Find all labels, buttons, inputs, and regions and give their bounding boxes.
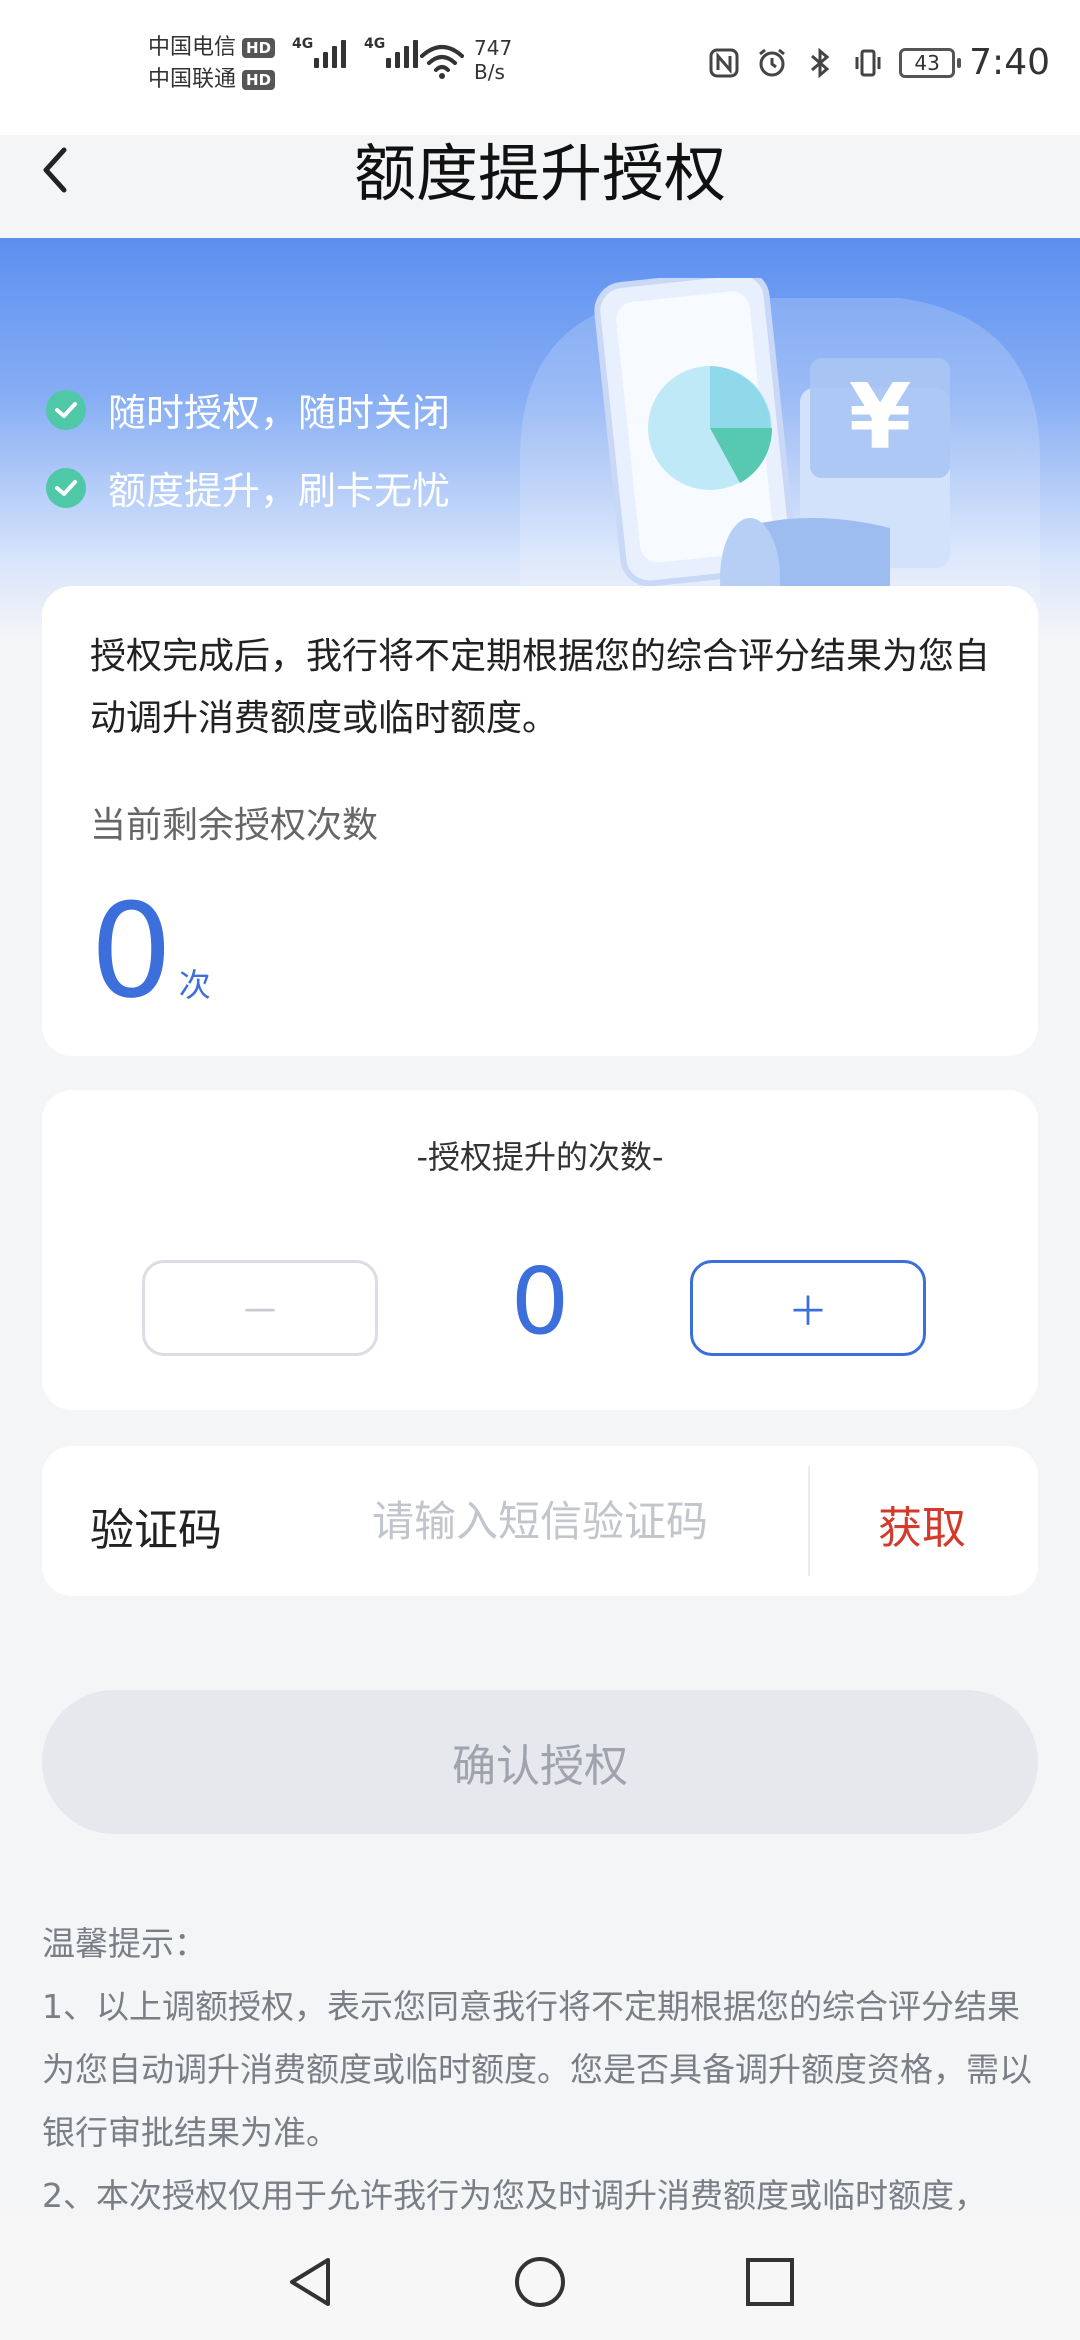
feature-text: 随时授权，随时关闭	[108, 391, 451, 435]
wifi-icon	[420, 45, 464, 79]
speed-unit: B/s	[474, 60, 505, 84]
nav-back-icon[interactable]	[282, 2254, 338, 2310]
remaining-count-unit: 次	[178, 966, 211, 1004]
speed-value: 747	[474, 36, 513, 60]
decrement-button[interactable]: －	[142, 1260, 378, 1356]
remaining-count-value: 0	[90, 875, 173, 1027]
signal-icon: 4G	[292, 36, 346, 68]
battery-icon: 43	[899, 47, 962, 78]
promo-banner: 随时授权，随时关闭 额度提升，刷卡无忧 ¥	[0, 238, 1080, 638]
authorization-info-card: 授权完成后，我行将不定期根据您的综合评分结果为您自动调升消费额度或临时额度。 当…	[42, 586, 1038, 1056]
network-speed: 747 B/s	[474, 36, 512, 84]
divider	[808, 1466, 810, 1576]
tips-section: 温馨提示： 1、以上调额授权，表示您同意我行将不定期根据您的综合评分结果为您自动…	[42, 1912, 1042, 2227]
hd-badge: HD	[242, 38, 276, 58]
increase-count-card: -授权提升的次数- － 0 ＋	[42, 1090, 1038, 1410]
bluetooth-icon	[803, 46, 837, 80]
status-bar: 中国电信 HD 中国联通 HD 4G 4G 747 B/s 43 7:40	[0, 0, 1080, 135]
hd-badge: HD	[242, 70, 276, 90]
network-type: 4G	[292, 36, 314, 52]
carrier-2: 中国联通	[148, 67, 237, 92]
feature-item: 额度提升，刷卡无忧	[46, 460, 450, 515]
alarm-icon	[755, 46, 789, 80]
signal-icon: 4G	[364, 36, 418, 68]
vibrate-icon	[851, 46, 885, 80]
feature-item: 随时授权，随时关闭	[46, 382, 450, 437]
tips-title: 温馨提示：	[42, 1924, 207, 1963]
page-title: 额度提升授权	[353, 137, 726, 210]
verification-code-input[interactable]	[372, 1486, 812, 1556]
authorization-description: 授权完成后，我行将不定期根据您的综合评分结果为您自动调升消费额度或临时额度。	[90, 636, 991, 739]
network-type: 4G	[364, 36, 386, 52]
carrier-info: 中国电信 HD 中国联通 HD	[148, 32, 276, 96]
status-icons: 43 7:40	[707, 42, 1050, 83]
remaining-count: 0 次	[90, 886, 211, 1016]
nav-recents-icon[interactable]	[742, 2254, 798, 2310]
carrier-1: 中国电信	[148, 35, 237, 60]
remaining-count-label: 当前剩余授权次数	[90, 805, 379, 846]
nfc-icon	[707, 46, 741, 80]
confirm-authorization-button[interactable]: 确认授权	[42, 1690, 1038, 1834]
verification-code-label: 验证码	[90, 1505, 222, 1556]
feature-text: 额度提升，刷卡无忧	[108, 469, 451, 513]
phone-chart-illustration: ¥	[520, 278, 1040, 638]
signal-indicators: 4G 4G	[292, 36, 418, 68]
check-icon	[46, 389, 86, 430]
clock: 7:40	[969, 42, 1050, 83]
increase-count-value: 0	[510, 1248, 570, 1355]
increase-count-title: -授权提升的次数-	[416, 1138, 664, 1176]
verification-code-card: 验证码 获取	[42, 1446, 1038, 1596]
nav-home-icon[interactable]	[512, 2254, 568, 2310]
svg-text:¥: ¥	[849, 365, 912, 470]
check-icon	[46, 467, 86, 508]
get-code-button[interactable]: 获取	[878, 1492, 966, 1556]
increment-button[interactable]: ＋	[690, 1260, 926, 1356]
tips-item: 1、以上调额授权，表示您同意我行将不定期根据您的综合评分结果为您自动调升消费额度…	[42, 1987, 1032, 2152]
